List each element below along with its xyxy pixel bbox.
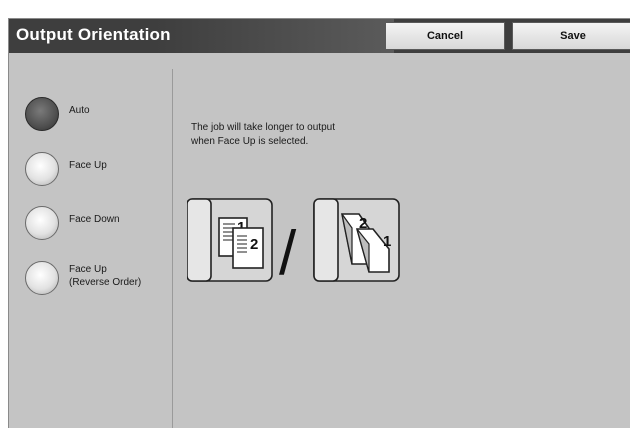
illustration-separator: /	[279, 219, 297, 284]
option-auto-label: Auto	[69, 105, 90, 116]
info-message-line2: when Face Up is selected.	[191, 136, 309, 147]
option-face-up-reverse-line2: (Reverse Order)	[69, 277, 142, 288]
orientation-illustration: 1 2 / 2 1	[187, 198, 400, 284]
option-face-down-label: Face Down	[69, 214, 120, 225]
right-page-number-1: 1	[383, 233, 391, 250]
save-button[interactable]: Save	[512, 22, 630, 50]
page-title: Output Orientation	[16, 25, 171, 44]
title-bar-gradient	[154, 19, 394, 53]
right-page-number-2: 2	[359, 215, 367, 232]
panel-divider	[172, 69, 173, 428]
cancel-button[interactable]: Cancel	[385, 22, 505, 50]
option-face-up-label: Face Up	[69, 160, 107, 171]
radio-face-up-reverse[interactable]	[25, 261, 59, 295]
face-down-tray-icon: 1 2	[187, 198, 273, 282]
option-face-up-reverse-label: Face Up (Reverse Order)	[69, 263, 141, 289]
left-page-number-2: 2	[250, 236, 258, 253]
radio-face-up[interactable]	[25, 152, 59, 186]
radio-auto[interactable]	[25, 97, 59, 131]
info-message: The job will take longer to output when …	[191, 121, 335, 149]
face-up-tray-icon: 2 1	[313, 198, 400, 282]
info-message-line1: The job will take longer to output	[191, 122, 335, 133]
top-strip	[0, 0, 630, 18]
output-orientation-screen: Output Orientation Cancel Save Auto Face…	[8, 18, 630, 428]
radio-face-down[interactable]	[25, 206, 59, 240]
option-face-up-reverse-line1: Face Up	[69, 264, 107, 275]
title-bar: Output Orientation Cancel Save	[9, 19, 630, 53]
